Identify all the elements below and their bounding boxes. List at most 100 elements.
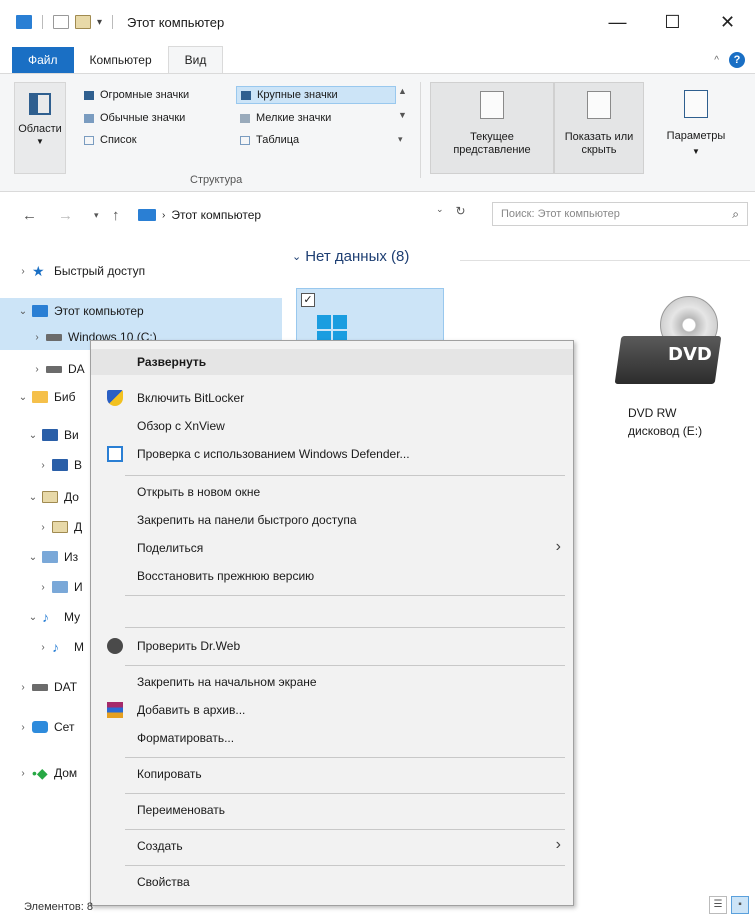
chevron-right-icon[interactable]: › xyxy=(28,364,46,375)
search-placeholder: Поиск: Этот компьютер xyxy=(501,208,620,220)
current-view-label: Текущее представление xyxy=(453,131,531,156)
forward-arrow-icon[interactable]: → xyxy=(58,207,73,224)
options-label: Параметры xyxy=(666,130,726,142)
menu-rename[interactable]: Переименовать xyxy=(91,797,573,823)
menu-open-new-window[interactable]: Открыть в новом окне xyxy=(91,479,573,505)
layout-small-icons[interactable]: Мелкие значки xyxy=(236,110,396,126)
details-view-icon[interactable]: ☰ xyxy=(709,896,727,914)
layout-item-label: Мелкие значки xyxy=(256,112,332,124)
gallery-expand-icon[interactable]: ▾ xyxy=(398,134,407,145)
chevron-right-icon[interactable]: › xyxy=(14,722,32,733)
areas-label: Области xyxy=(18,123,62,135)
tab-computer[interactable]: Компьютер xyxy=(74,47,168,73)
chevron-right-icon[interactable]: › xyxy=(34,522,52,533)
chevron-right-icon[interactable]: › xyxy=(34,642,52,653)
nav-this-pc[interactable]: ⌄ Этот компьютер xyxy=(0,298,282,324)
recent-locations-icon[interactable]: ▾ xyxy=(94,210,99,221)
menu-divider xyxy=(125,665,565,666)
back-arrow-icon[interactable]: ← xyxy=(22,207,37,224)
options-icon xyxy=(684,90,708,118)
menu-share[interactable]: Поделиться › xyxy=(91,535,573,561)
chevron-down-icon[interactable]: ⌄ xyxy=(24,612,42,623)
chevron-down-icon[interactable]: ⌄ xyxy=(14,392,32,403)
layout-extra-large-icons[interactable]: Огромные значки xyxy=(80,86,228,104)
large-icons-view-icon[interactable]: ▪ xyxy=(731,896,749,914)
chevron-right-icon[interactable]: › xyxy=(14,768,32,779)
customize-qat-icon[interactable]: ▾ xyxy=(97,17,102,28)
chevron-right-icon[interactable]: › xyxy=(28,332,46,343)
menu-pin-start[interactable]: Закрепить на начальном экране xyxy=(91,669,573,695)
menu-divider xyxy=(125,865,565,866)
show-hide-label: Показать или скрыть xyxy=(564,131,634,156)
chevron-right-icon[interactable]: › xyxy=(34,582,52,593)
layout-details[interactable]: Таблица xyxy=(236,132,396,148)
show-hide-button[interactable]: Показать или скрыть xyxy=(554,82,644,174)
dvd-drive-icon[interactable]: DVD xyxy=(614,296,724,392)
dvd-drive-label[interactable]: DVD RW дисковод (E:) xyxy=(628,404,738,440)
nav-item-label: Быстрый доступ xyxy=(54,264,146,278)
menu-drweb[interactable]: Проверить Dr.Web xyxy=(91,633,573,659)
menu-copy[interactable]: Копировать xyxy=(91,761,573,787)
properties-qat-icon[interactable] xyxy=(53,15,69,29)
chevron-right-icon[interactable]: › xyxy=(14,266,32,277)
chevron-down-icon[interactable]: ⌄ xyxy=(24,552,42,563)
current-view-icon xyxy=(480,91,504,119)
tab-file[interactable]: Файл xyxy=(12,47,74,73)
breadcrumb-current[interactable]: Этот компьютер xyxy=(171,208,261,222)
chevron-down-icon[interactable]: ⌄ xyxy=(24,430,42,441)
layout-list[interactable]: Список xyxy=(80,132,228,148)
nav-item-label: М xyxy=(74,640,84,654)
layout-medium-icons[interactable]: Обычные значки xyxy=(80,110,228,126)
help-icon[interactable]: ? xyxy=(729,52,745,68)
minimize-button[interactable]: — xyxy=(590,0,645,44)
up-arrow-icon[interactable]: ↑ xyxy=(112,207,120,224)
address-history-icon[interactable]: ⌄ xyxy=(436,204,444,218)
menu-label: Восстановить прежнюю версию xyxy=(137,569,315,583)
new-folder-qat-icon[interactable] xyxy=(75,15,91,29)
menu-label: Создать xyxy=(137,839,183,853)
nav-item-label: DAT xyxy=(54,680,78,694)
chevron-right-icon: › xyxy=(555,836,561,853)
maximize-button[interactable]: ☐ xyxy=(645,0,700,44)
refresh-icon[interactable]: ↻ xyxy=(456,204,466,218)
chevron-down-icon[interactable]: ⌄ xyxy=(24,492,42,503)
menu-divider xyxy=(125,627,565,628)
gallery-scroll-down-icon[interactable]: ▼ xyxy=(398,110,407,120)
checkbox-icon[interactable]: ✓ xyxy=(301,293,315,307)
details-icon xyxy=(240,135,250,145)
menu-defender[interactable]: Проверка с использованием Windows Defend… xyxy=(91,441,573,467)
group-header[interactable]: ⌄ Нет данных (8) xyxy=(292,248,409,265)
video-icon xyxy=(42,429,58,441)
menu-format[interactable]: Форматировать... xyxy=(91,725,573,751)
group-header-label: Нет данных (8) xyxy=(305,248,410,265)
menu-expand[interactable]: Развернуть xyxy=(91,349,573,375)
tab-view[interactable]: Вид xyxy=(167,46,224,73)
address-bar[interactable]: › Этот компьютер xyxy=(138,204,478,226)
search-box[interactable]: Поиск: Этот компьютер ⌕ xyxy=(492,202,748,226)
areas-button[interactable]: Области ▼ xyxy=(14,82,66,174)
menu-restore-version[interactable]: Восстановить прежнюю версию xyxy=(91,563,573,589)
menu-pin-quick-access[interactable]: Закрепить на панели быстрого доступа xyxy=(91,507,573,533)
gallery-scroll-up-icon[interactable]: ▲ xyxy=(398,86,407,96)
close-button[interactable]: ✕ xyxy=(700,0,755,44)
menu-add-archive[interactable]: Добавить в архив... xyxy=(91,697,573,723)
menu-bitlocker[interactable]: Включить BitLocker xyxy=(91,385,573,411)
nav-quick-access[interactable]: › ★ Быстрый доступ xyxy=(0,258,282,284)
collapse-ribbon-icon[interactable]: ^ xyxy=(714,55,719,66)
chevron-right-icon[interactable]: › xyxy=(34,460,52,471)
layout-large-icons[interactable]: Крупные значки xyxy=(236,86,396,104)
homegroup-icon: •◆ xyxy=(32,765,48,781)
chevron-down-icon: ▼ xyxy=(692,147,700,156)
layout-item-label: Крупные значки xyxy=(257,89,338,101)
current-view-button[interactable]: Текущее представление xyxy=(430,82,554,174)
menu-xnview[interactable]: Обзор с XnView xyxy=(91,413,573,439)
menu-create[interactable]: Создать › xyxy=(91,833,573,859)
chevron-right-icon[interactable]: › xyxy=(14,682,32,693)
options-button[interactable]: Параметры ▼ xyxy=(654,90,738,158)
menu-divider xyxy=(125,829,565,830)
ribbon-tabs: Файл Компьютер Вид ^ ? xyxy=(0,46,755,74)
chevron-down-icon[interactable]: ⌄ xyxy=(14,306,32,317)
list-icon xyxy=(84,135,94,145)
star-icon: ★ xyxy=(32,263,45,279)
picture-icon xyxy=(42,551,58,563)
